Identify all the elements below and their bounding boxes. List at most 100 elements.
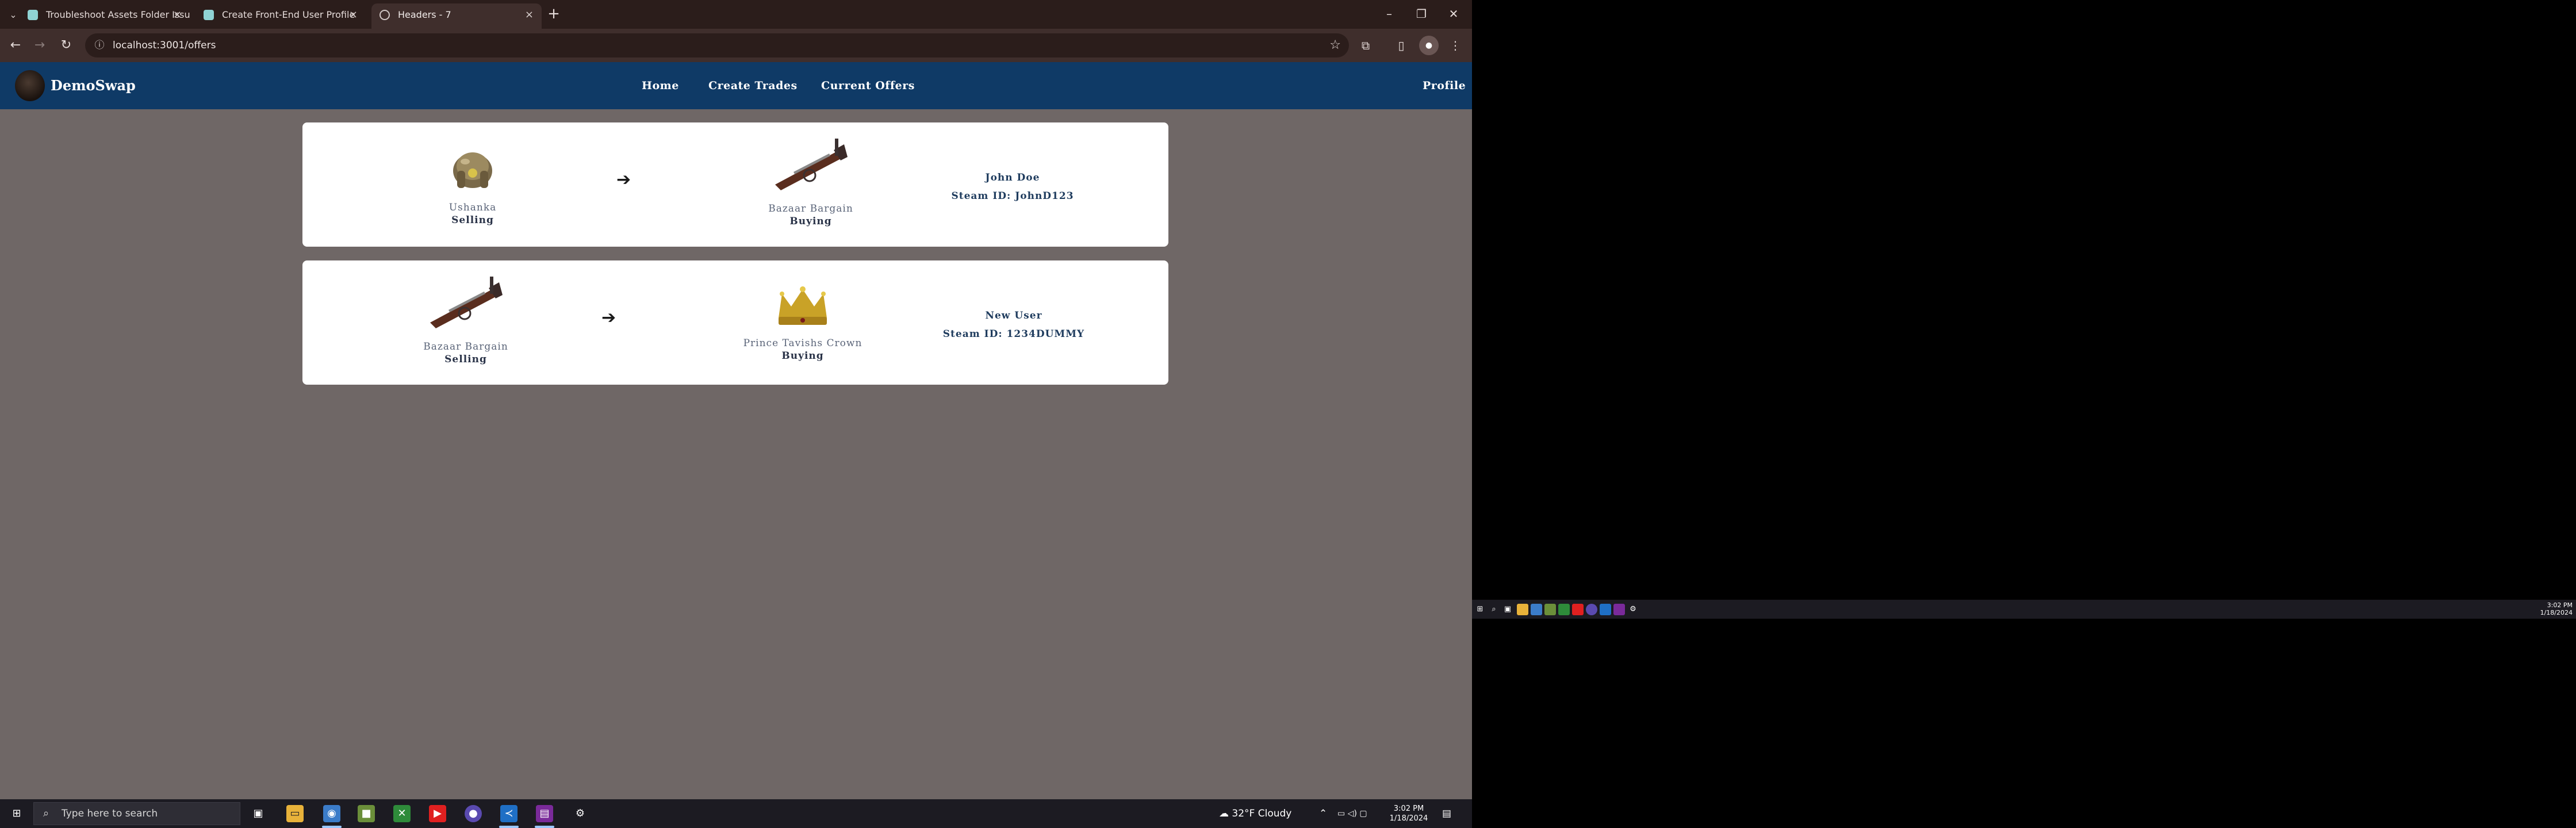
windows-start-icon[interactable]: ⊞ — [8, 805, 25, 822]
tab-title: Troubleshoot Assets Folder Issue — [46, 9, 190, 20]
item-role: Selling — [444, 354, 487, 365]
tab-favicon-icon — [379, 10, 390, 20]
bookmark-star-icon[interactable]: ☆ — [1329, 38, 1341, 52]
taskbar-search-placeholder: Type here to search — [62, 808, 158, 819]
file-explorer-icon[interactable]: ▭ — [286, 805, 304, 822]
browser-tab-strip: ⌄ Troubleshoot Assets Folder Issue × Cre… — [0, 0, 1472, 29]
task-view-icon[interactable]: ▣ — [250, 805, 267, 822]
sniper-rifle-icon — [775, 139, 848, 190]
brand-logo[interactable] — [15, 70, 45, 101]
offer-user-info: New User Steam ID: 1234DUMMY — [913, 306, 1114, 343]
offer-card[interactable]: Ushanka Selling ➔ Bazaar Bargain Buying … — [302, 122, 1168, 247]
tab-headers[interactable]: Headers - 7 × — [371, 3, 542, 29]
item-name: Bazaar Bargain — [768, 203, 853, 214]
forward-button[interactable]: → — [30, 36, 49, 55]
item-name: Bazaar Bargain — [423, 341, 508, 352]
youtube-icon[interactable] — [1572, 604, 1584, 615]
offer-selling-item[interactable]: Ushanka Selling — [375, 142, 570, 226]
secondary-clock[interactable]: 3:02 PM 1/18/2024 — [2540, 601, 2573, 616]
task-view-icon[interactable]: ▣ — [1502, 604, 1513, 615]
nav-home-link[interactable]: Home — [642, 62, 679, 109]
vscode-icon[interactable] — [1600, 604, 1611, 615]
site-navbar: DemoSwap Home Create Trades Current Offe… — [0, 62, 1472, 109]
secondary-screen: ⊞ ⌕ ▣ ⚙ 3:02 PM 1/18/2024 — [1472, 0, 2576, 828]
taskbar-search-box[interactable]: ⌕ Type here to search — [33, 802, 240, 825]
browser-profile-avatar[interactable]: ● — [1419, 36, 1439, 55]
site-info-icon[interactable]: ⓘ — [93, 39, 106, 52]
offer-card[interactable]: Bazaar Bargain Selling ➔ Prince Tavishs … — [302, 260, 1168, 385]
browser-toolbar: ← → ↻ ⓘ localhost:3001/offers ☆ ⧉ ▯ ● ⋮ — [0, 29, 1472, 62]
windows-taskbar: ⊞ ⌕ Type here to search ▣ ▭ ◉ ■ ✕ ▶ ● ≺ … — [0, 799, 1472, 828]
minecraft-icon[interactable]: ■ — [358, 805, 375, 822]
back-button[interactable]: ← — [6, 36, 25, 55]
offer-buying-item[interactable]: Prince Tavishs Crown Buying — [693, 283, 912, 362]
tab-favicon-icon — [204, 10, 214, 20]
brand-name[interactable]: DemoSwap — [51, 62, 136, 109]
clock-time: 3:02 PM — [2547, 601, 2573, 609]
notification-center-icon[interactable]: ▤ — [1442, 799, 1451, 828]
secondary-taskbar: ⊞ ⌕ ▣ ⚙ 3:02 PM 1/18/2024 — [1472, 600, 2576, 619]
vscode-icon[interactable]: ≺ — [500, 805, 518, 822]
xbox-app-icon[interactable]: ✕ — [393, 805, 411, 822]
nav-profile-link[interactable]: Profile — [1423, 62, 1466, 109]
active-app-indicator — [499, 826, 519, 828]
nav-current-offers-link[interactable]: Current Offers — [821, 62, 915, 109]
offer-selling-item[interactable]: Bazaar Bargain Selling — [368, 275, 564, 365]
side-panel-icon[interactable]: ▯ — [1392, 36, 1411, 55]
tab-troubleshoot-assets[interactable]: Troubleshoot Assets Folder Issue × — [20, 3, 190, 29]
cloud-icon: ☁ — [1219, 808, 1232, 819]
active-app-indicator — [322, 826, 342, 828]
chrome-icon[interactable] — [1531, 604, 1542, 615]
tab-favicon-icon — [28, 10, 38, 20]
windows-start-icon[interactable]: ⊞ — [1474, 604, 1486, 615]
tray-status-icons[interactable]: ▭ ◁) ▢ — [1337, 799, 1367, 828]
browser-menu-icon[interactable]: ⋮ — [1446, 36, 1465, 55]
search-icon: ⌕ — [43, 807, 49, 819]
clock-time: 3:02 PM — [1393, 804, 1424, 813]
close-window-button[interactable]: ✕ — [1438, 3, 1470, 24]
minecraft-icon[interactable] — [1544, 604, 1556, 615]
active-app-indicator — [535, 826, 554, 828]
chrome-icon[interactable]: ◉ — [323, 805, 340, 822]
crown-icon — [779, 286, 827, 325]
new-tab-button[interactable]: + — [545, 6, 562, 23]
offer-user-name: New User — [985, 310, 1042, 321]
settings-gear-icon[interactable]: ⚙ — [1627, 604, 1639, 615]
search-icon[interactable]: ⌕ — [1488, 604, 1500, 615]
tab-title: Headers - 7 — [398, 9, 451, 20]
jetbrains-icon[interactable] — [1613, 604, 1625, 615]
obs-icon[interactable] — [1586, 604, 1597, 615]
url-text[interactable]: localhost:3001/offers — [113, 33, 216, 57]
weather-widget[interactable]: ☁ 32°F Cloudy — [1219, 799, 1291, 828]
trade-arrow-icon: ➔ — [601, 308, 616, 328]
tab-create-profile[interactable]: Create Front-End User Profile × — [195, 3, 366, 29]
ushanka-hat-icon — [453, 152, 492, 188]
weather-text: 32°F Cloudy — [1232, 808, 1292, 819]
restore-button[interactable]: ❐ — [1405, 3, 1438, 24]
item-role: Selling — [451, 214, 494, 226]
nav-create-trades-link[interactable]: Create Trades — [708, 62, 798, 109]
close-icon[interactable]: × — [525, 3, 534, 26]
youtube-icon[interactable]: ▶ — [429, 805, 446, 822]
extensions-icon[interactable]: ⧉ — [1356, 36, 1375, 55]
xbox-app-icon[interactable] — [1558, 604, 1570, 615]
sniper-rifle-icon — [430, 277, 503, 328]
primary-screen: ⌄ Troubleshoot Assets Folder Issue × Cre… — [0, 0, 1472, 828]
jetbrains-icon[interactable]: ▤ — [536, 805, 553, 822]
reload-button[interactable]: ↻ — [56, 36, 76, 55]
tray-overflow-icon[interactable]: ⌃ — [1319, 799, 1327, 828]
trade-arrow-icon: ➔ — [616, 170, 631, 190]
close-icon[interactable]: × — [349, 3, 358, 26]
address-bar[interactable]: ⓘ localhost:3001/offers ☆ — [85, 33, 1349, 57]
close-icon[interactable]: × — [173, 3, 182, 26]
obs-icon[interactable]: ● — [465, 805, 482, 822]
clock-date: 1/18/2024 — [2540, 609, 2573, 616]
web-page: DemoSwap Home Create Trades Current Offe… — [0, 62, 1472, 799]
taskbar-clock[interactable]: 3:02 PM 1/18/2024 — [1386, 804, 1432, 823]
settings-gear-icon[interactable]: ⚙ — [572, 805, 589, 822]
offer-buying-item[interactable]: Bazaar Bargain Buying — [713, 137, 908, 227]
offer-steam-id: Steam ID: JohnD123 — [951, 190, 1074, 202]
file-explorer-icon[interactable] — [1517, 604, 1528, 615]
minimize-button[interactable]: – — [1373, 3, 1405, 24]
offer-user-name: John Doe — [985, 172, 1040, 183]
